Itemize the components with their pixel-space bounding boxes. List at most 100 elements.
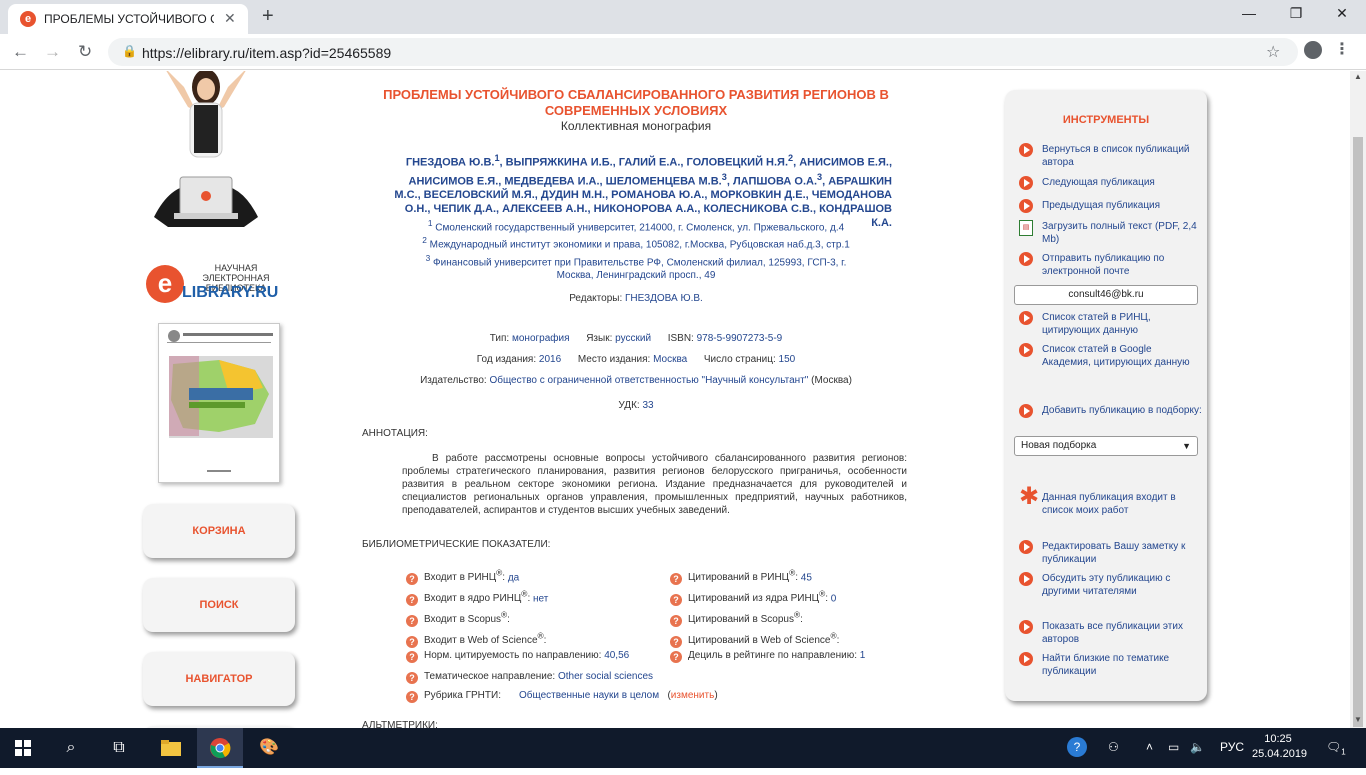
metric-value[interactable]: 40,56 xyxy=(604,650,629,661)
help-icon[interactable]: ? xyxy=(1066,736,1088,761)
file-explorer-icon[interactable] xyxy=(148,728,194,768)
search-button[interactable]: ПОИСК xyxy=(143,578,295,632)
bibliometrics-heading: БИБЛИОМЕТРИЧЕСКИЕ ПОКАЗАТЕЛИ: xyxy=(362,539,551,550)
lock-icon[interactable]: 🔒 xyxy=(122,44,137,58)
browser-toolbar: ← → ↻ 🔒 https://elibrary.ru/item.asp?id=… xyxy=(0,34,1366,70)
tool-label: Редактировать Вашу заметку к публикации xyxy=(1042,541,1186,565)
tab-strip: е ПРОБЛЕМЫ УСТОЙЧИВОГО СБ ✕ + — ❐ ✕ xyxy=(0,0,1366,34)
metric-value[interactable]: 45 xyxy=(801,572,812,583)
tool-label: Вернуться в список публикаций автора xyxy=(1042,144,1190,168)
logo-text[interactable]: LIBRARY.RU xyxy=(182,284,278,302)
tool-label: Отправить публикацию по электронной почт… xyxy=(1042,253,1165,277)
url-text[interactable]: https://elibrary.ru/item.asp?id=25465589 xyxy=(142,45,391,61)
profile-avatar-icon[interactable] xyxy=(1304,41,1322,59)
paint-icon[interactable]: 🎨 xyxy=(246,728,292,768)
altmetrics-heading: АЛЬТМЕТРИКИ: xyxy=(362,720,438,728)
grnti-change-link[interactable]: изменить xyxy=(671,690,715,701)
metric-value[interactable]: нет xyxy=(533,593,548,604)
page-title: ПРОБЛЕМЫ УСТОЙЧИВОГО СБАЛАНСИРОВАННОГО Р… xyxy=(383,87,889,118)
navigator-button[interactable]: НАВИГАТОР xyxy=(143,652,295,706)
address-bar[interactable]: 🔒 https://elibrary.ru/item.asp?id=254655… xyxy=(108,38,1298,66)
affiliation-2: 2 Международный институт экономики и пра… xyxy=(422,235,850,251)
tool-label: Список статей в Google Академия, цитирую… xyxy=(1042,344,1190,368)
year-line: Год издания: 2016 Место издания: Москва … xyxy=(476,354,796,365)
tab-close-icon[interactable]: ✕ xyxy=(224,10,236,27)
tool-label: Следующая публикация xyxy=(1042,177,1155,188)
clock[interactable]: 10:25 25.04.2019 xyxy=(1252,732,1308,762)
back-arrow-icon[interactable]: ← xyxy=(12,42,29,62)
book-cover-image[interactable] xyxy=(158,323,280,483)
tool-label: Предыдущая публикация xyxy=(1042,200,1161,211)
search-icon[interactable]: ⌕ xyxy=(48,728,94,768)
bookmark-star-icon[interactable]: ☆ xyxy=(1266,42,1280,62)
metric-value[interactable]: 0 xyxy=(831,593,837,604)
help-question-icon[interactable]: ? xyxy=(670,615,682,628)
battery-icon[interactable]: ▭ xyxy=(1168,740,1179,754)
language-indicator[interactable]: РУС xyxy=(1220,740,1244,754)
cart-button[interactable]: КОРЗИНА xyxy=(143,504,295,558)
people-icon[interactable]: ⚇ xyxy=(1108,740,1119,754)
publication-subtitle: Коллективная монография xyxy=(560,119,712,133)
reload-icon[interactable]: ↻ xyxy=(78,42,92,62)
elibrary-logo-e-icon[interactable]: e xyxy=(146,265,184,303)
affiliation-3: 3 Финансовый университет при Правительст… xyxy=(425,252,847,281)
play-arrow-icon xyxy=(1019,343,1033,357)
play-arrow-icon xyxy=(1019,311,1033,325)
play-arrow-icon xyxy=(1019,620,1033,634)
scroll-up-arrow-icon[interactable]: ▲ xyxy=(1354,72,1362,81)
scroll-down-arrow-icon[interactable]: ▼ xyxy=(1354,715,1362,724)
clock-time: 10:25 xyxy=(1264,733,1292,745)
editor-link[interactable]: ГНЕЗДОВА Ю.В. xyxy=(625,293,703,304)
maximize-icon[interactable]: ❐ xyxy=(1281,5,1311,22)
play-arrow-icon xyxy=(1019,572,1033,586)
metric-label: Входит в РИНЦ®: xyxy=(424,568,506,584)
elibrary-favicon-icon: е xyxy=(20,11,36,27)
menu-kebab-icon[interactable]: ⋮ xyxy=(1334,39,1350,59)
topic-link[interactable]: Other social sciences xyxy=(558,671,653,682)
play-arrow-icon xyxy=(1019,652,1033,666)
forward-arrow-icon[interactable]: → xyxy=(44,42,61,62)
metric-label: Цитирований в Web of Science®: xyxy=(688,631,840,647)
tool-label: Добавить публикацию в подборку: xyxy=(1042,405,1202,416)
windows-start-icon[interactable] xyxy=(0,728,46,768)
metric-right-4: ? Цитирований в Web of Science®: xyxy=(670,631,840,649)
minimize-icon[interactable]: — xyxy=(1234,5,1264,21)
metric-label: Цитирований из ядра РИНЦ®: xyxy=(688,589,829,605)
help-question-icon[interactable]: ? xyxy=(670,636,682,649)
tray-chevron-up-icon[interactable]: ˄ xyxy=(1146,740,1153,754)
email-field[interactable]: consult46@bk.ru xyxy=(1014,285,1198,305)
help-question-icon[interactable]: ? xyxy=(406,691,418,703)
help-question-icon[interactable]: ? xyxy=(406,651,418,663)
metric-value[interactable]: да xyxy=(508,572,519,583)
close-window-icon[interactable]: ✕ xyxy=(1327,5,1357,22)
play-arrow-icon xyxy=(1019,252,1033,266)
task-view-icon[interactable]: ⧉ xyxy=(96,728,142,768)
help-question-icon[interactable]: ? xyxy=(406,636,418,649)
scrollbar-thumb[interactable] xyxy=(1353,137,1363,727)
notifications-icon[interactable]: 🗨1 xyxy=(1326,740,1346,756)
metric-right-2: ? Цитирований из ядра РИНЦ®: 0 xyxy=(670,589,837,607)
grnti-link[interactable]: Общественные науки в целом xyxy=(519,690,659,701)
annotation-text: В работе рассмотрены основные вопросы ус… xyxy=(402,453,907,516)
collection-select[interactable]: Новая подборка ▼ xyxy=(1014,436,1198,456)
tool-label: Список статей в РИНЦ, цитирующих данную xyxy=(1042,312,1151,336)
help-question-icon[interactable]: ? xyxy=(670,651,682,663)
clock-date: 25.04.2019 xyxy=(1252,748,1308,760)
help-question-icon[interactable]: ? xyxy=(406,573,418,586)
help-question-icon[interactable]: ? xyxy=(670,594,682,607)
help-question-icon[interactable]: ? xyxy=(670,573,682,586)
speaker-icon[interactable]: 🔈 xyxy=(1190,740,1205,754)
help-question-icon[interactable]: ? xyxy=(406,672,418,684)
metric-value[interactable]: 1 xyxy=(860,650,866,661)
metric-left-4: ? Входит в Web of Science®: xyxy=(406,631,546,649)
browser-tab[interactable]: е ПРОБЛЕМЫ УСТОЙЧИВОГО СБ ✕ xyxy=(8,4,248,34)
metric-grnti: ? Рубрика ГРНТИ: Общественные науки в цело… xyxy=(406,690,718,703)
publisher-link[interactable]: Общество с ограниченной ответственностью… xyxy=(489,375,808,386)
chrome-icon[interactable] xyxy=(197,728,243,768)
help-question-icon[interactable]: ? xyxy=(406,594,418,607)
help-question-icon[interactable]: ? xyxy=(406,615,418,628)
asterisk-icon: ✱ xyxy=(1019,483,1040,510)
metric-left-1: ? Входит в РИНЦ®: да xyxy=(406,568,519,586)
new-tab-plus-icon[interactable]: + xyxy=(262,5,274,28)
vertical-scrollbar[interactable]: ▲ ▼ xyxy=(1350,71,1366,728)
